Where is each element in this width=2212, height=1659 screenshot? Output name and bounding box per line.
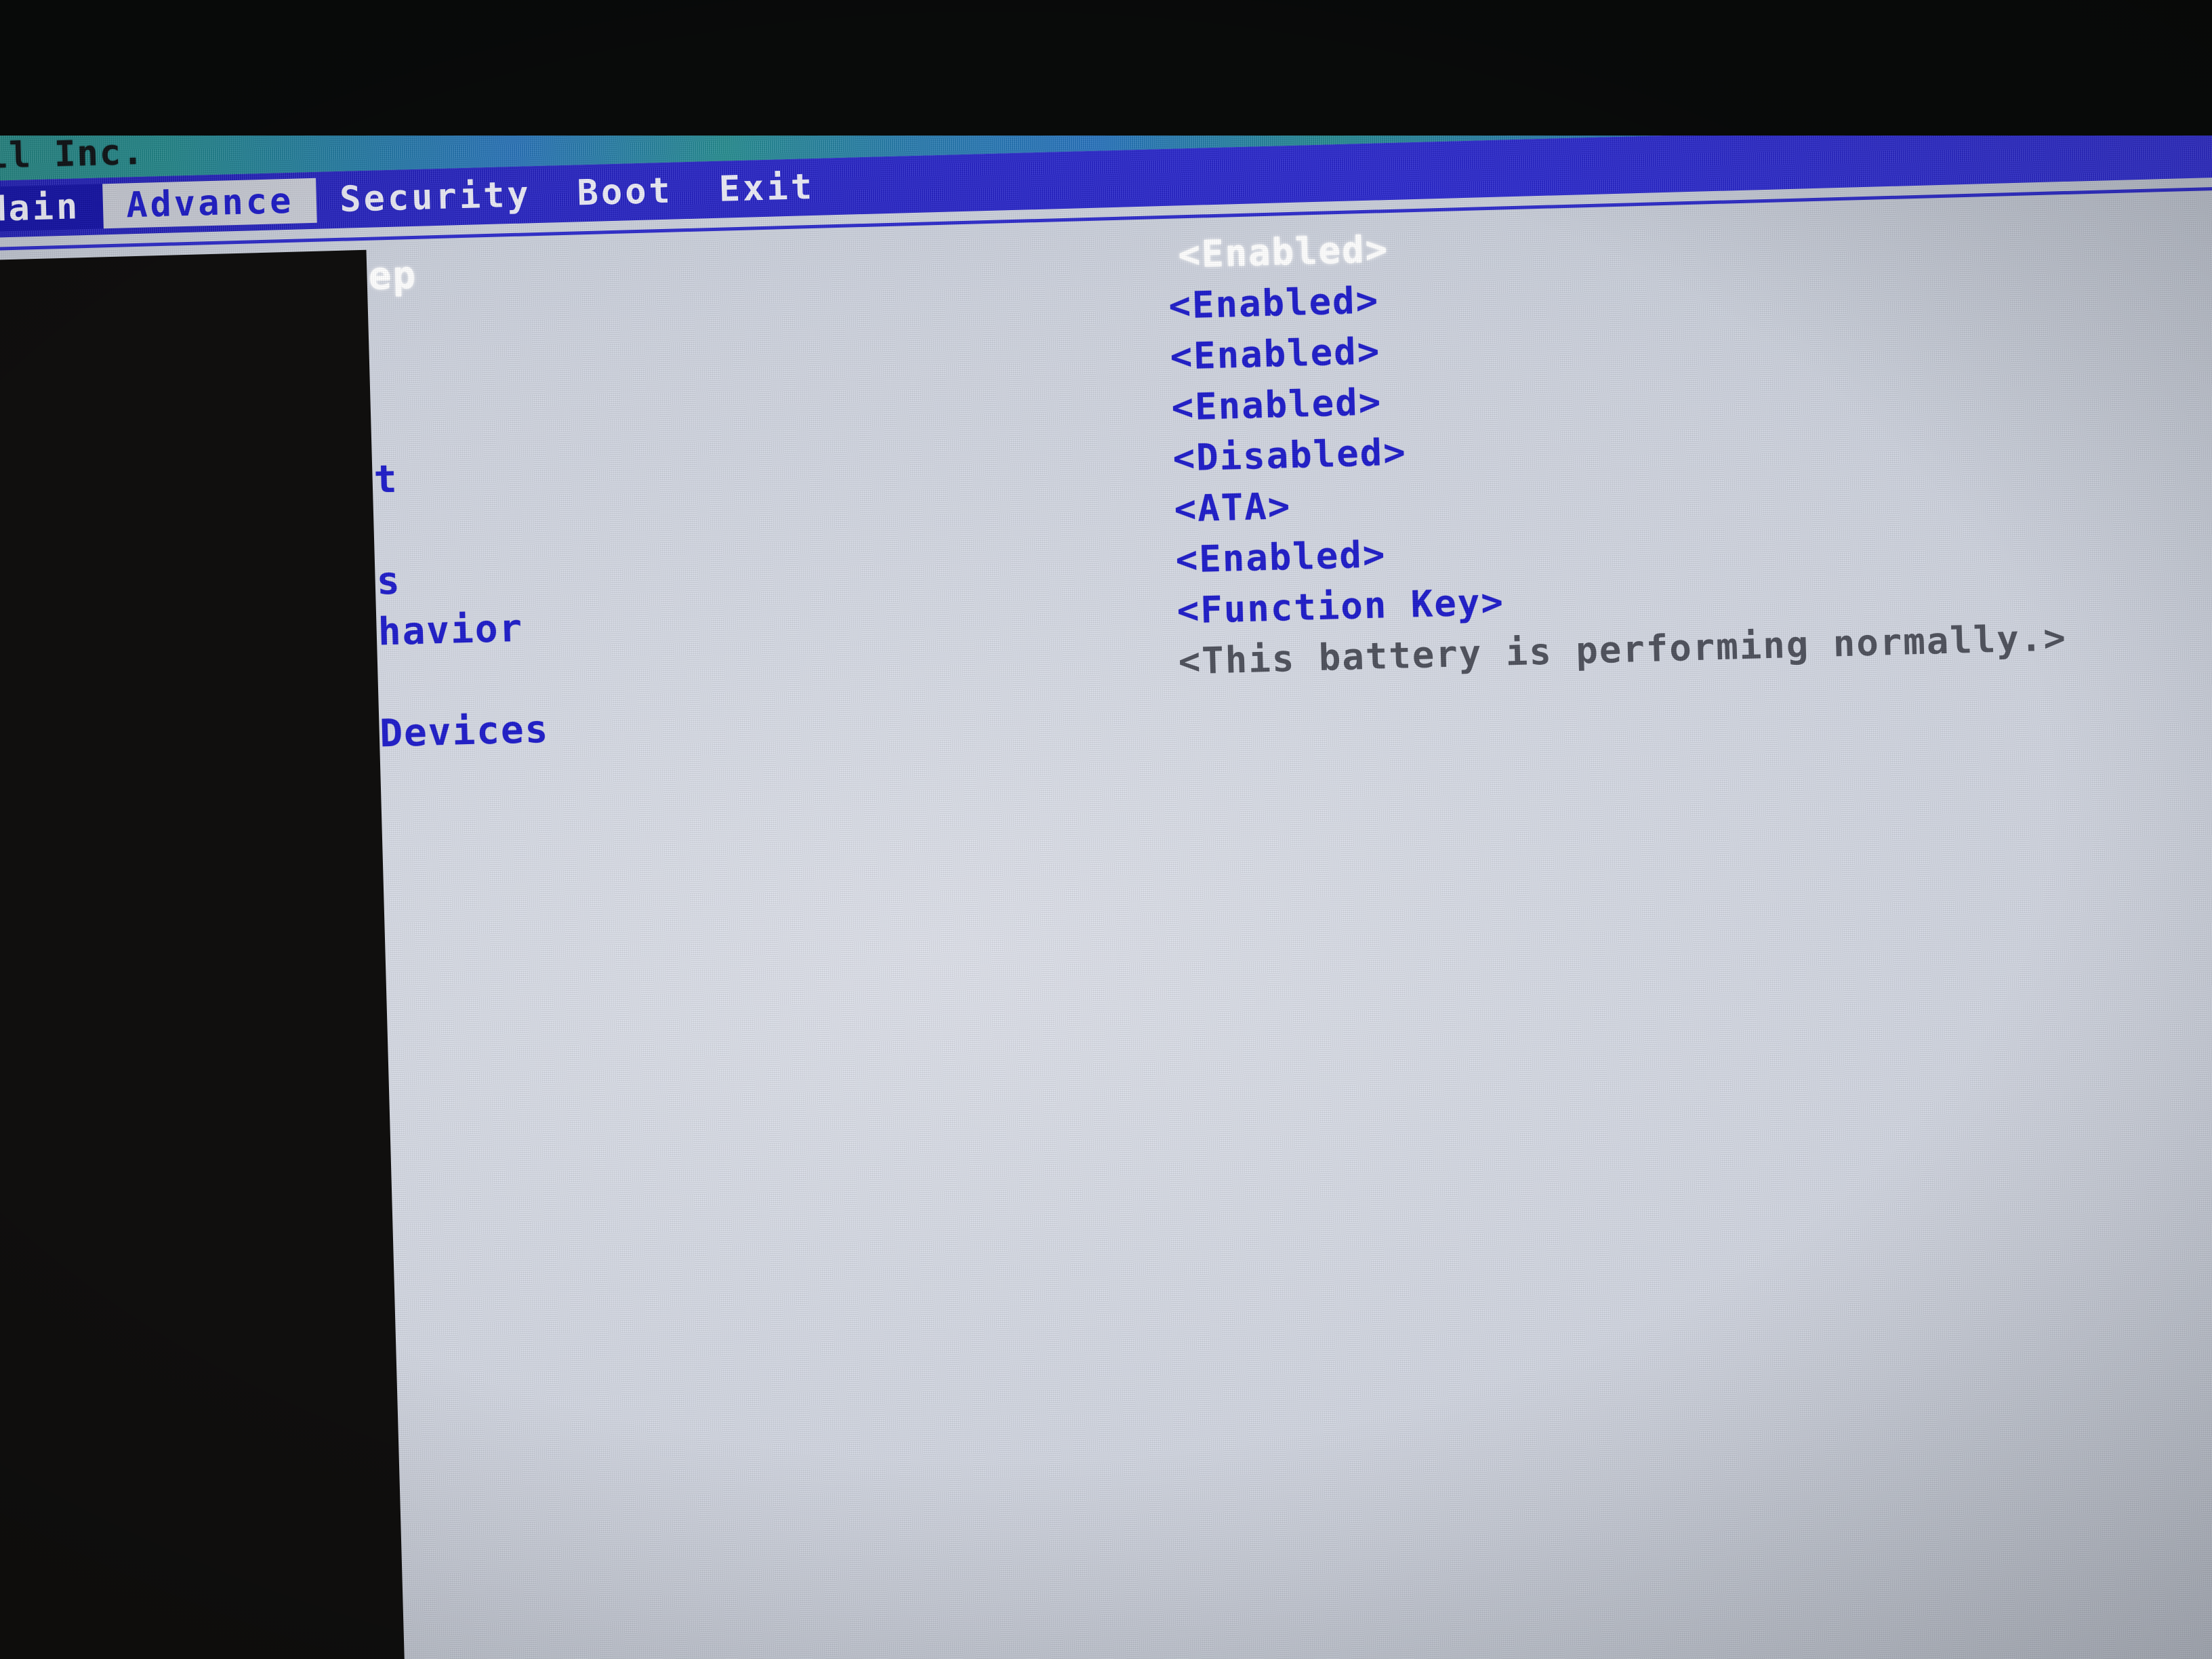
tab-main[interactable]: Main bbox=[0, 184, 104, 233]
tab-boot[interactable]: Boot bbox=[554, 168, 697, 217]
vendor-name: ell Inc. bbox=[0, 131, 146, 178]
tab-security[interactable]: Security bbox=[316, 171, 554, 223]
setting-value[interactable]: <Disabled> bbox=[1172, 430, 1408, 479]
photographed-screen: ell Inc. InsydeH20 Setup Utility Main Ad… bbox=[0, 0, 2212, 1659]
setting-value[interactable]: <Enabled> bbox=[1168, 279, 1380, 327]
setting-value[interactable]: <ATA> bbox=[1174, 485, 1292, 531]
setting-value[interactable]: <Enabled> bbox=[1171, 380, 1382, 428]
setting-value[interactable]: <Enabled> bbox=[1167, 228, 1389, 276]
tab-exit[interactable]: Exit bbox=[695, 164, 838, 213]
tab-advance[interactable]: Advance bbox=[102, 178, 318, 229]
setting-value[interactable]: <Function Key> bbox=[1176, 581, 1505, 632]
setting-value[interactable]: <Enabled> bbox=[1170, 329, 1381, 377]
screen-bezel-edge bbox=[0, 249, 407, 1659]
photo-top-letterbox bbox=[0, 0, 2212, 136]
setting-value[interactable]: <Enabled> bbox=[1175, 533, 1387, 581]
